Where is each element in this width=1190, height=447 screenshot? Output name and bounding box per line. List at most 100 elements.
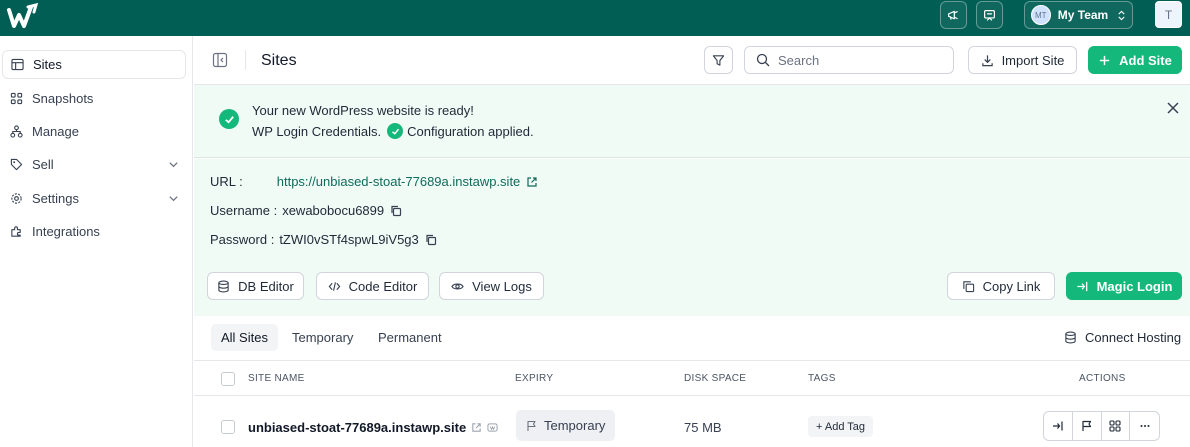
grid-icon (1109, 420, 1121, 432)
divider (245, 50, 246, 70)
sidebar-item-label: Snapshots (32, 91, 94, 106)
username-row: Username : xewabobocu6899 (210, 203, 402, 218)
column-site-name: SITE NAME (248, 373, 305, 384)
connect-hosting-button[interactable]: Connect Hosting (1064, 330, 1181, 345)
close-icon[interactable] (1166, 101, 1180, 115)
success-notice: Your new WordPress website is ready! WP … (194, 85, 1190, 158)
sidebar-item-label: Manage (32, 124, 79, 139)
feedback-button[interactable] (976, 1, 1003, 29)
notice-details: WP Login Credentials. Configuration appl… (252, 123, 534, 139)
chevron-down-icon (169, 162, 178, 168)
password-row: Password : tZWI0vSTf4spwL9iV5g3 (210, 232, 437, 247)
more-action-button[interactable] (1130, 412, 1159, 440)
sidebar-item-manage[interactable]: Manage (2, 117, 186, 146)
password-value: tZWI0vSTf4spwL9iV5g3 (279, 232, 419, 247)
sidebar-item-sites[interactable]: Sites (2, 50, 186, 79)
view-logs-button[interactable]: View Logs (439, 272, 544, 300)
external-link-icon[interactable] (526, 176, 538, 188)
chevron-down-icon (169, 196, 178, 202)
tab-permanent[interactable]: Permanent (368, 324, 452, 351)
site-name-link[interactable]: unbiased-stoat-77689a.instawp.site (248, 420, 466, 435)
import-site-button[interactable]: Import Site (968, 46, 1077, 74)
copy-link-button[interactable]: Copy Link (947, 272, 1055, 300)
column-actions: ACTIONS (1079, 373, 1126, 384)
row-checkbox[interactable] (221, 420, 235, 434)
login-icon (1076, 281, 1087, 291)
connect-hosting-label: Connect Hosting (1085, 330, 1182, 345)
copy-icon[interactable] (425, 234, 437, 246)
download-icon (981, 54, 993, 66)
sidebar: Sites Snapshots Manage Sell Settings Int… (0, 36, 193, 447)
grid-icon (10, 92, 23, 105)
tab-all-sites[interactable]: All Sites (211, 324, 278, 351)
credentials-label: WP Login Credentials. (252, 123, 382, 139)
gear-icon (11, 193, 22, 204)
database-icon (218, 280, 229, 292)
main-content: Sites Import Site Add Site Your new Word… (194, 36, 1190, 447)
sidebar-item-integrations[interactable]: Integrations (2, 217, 186, 246)
filter-icon (712, 54, 725, 66)
add-site-label: Add Site (1119, 52, 1172, 68)
sidebar-collapse-icon[interactable] (212, 52, 228, 68)
sidebar-item-label: Settings (32, 191, 79, 206)
site-tools: DB Editor Code Editor View Logs Copy Lin… (194, 258, 1190, 316)
sidebar-item-label: Sell (32, 157, 54, 172)
team-switcher[interactable]: MT My Team (1024, 1, 1133, 29)
page-header: Sites Import Site Add Site (194, 36, 1190, 85)
check-circle-icon (219, 109, 239, 129)
login-action-button[interactable] (1044, 412, 1073, 440)
copy-icon (962, 280, 974, 292)
column-disk-space: DISK SPACE (684, 373, 747, 384)
disk-space-value: 75 MB (684, 420, 722, 435)
magic-login-button[interactable]: Magic Login (1066, 272, 1182, 300)
top-bar: MT My Team T (0, 0, 1190, 36)
sidebar-item-settings[interactable]: Settings (2, 184, 186, 213)
expiry-label: Temporary (544, 418, 606, 433)
search-input[interactable] (778, 52, 948, 68)
apps-action-button[interactable] (1102, 412, 1131, 440)
wordpress-icon[interactable] (487, 422, 498, 433)
copy-icon[interactable] (390, 205, 402, 217)
table-header: SITE NAME EXPIRY DISK SPACE TAGS ACTIONS (194, 361, 1190, 396)
username-value: xewabobocu6899 (282, 203, 385, 218)
db-editor-label: DB Editor (238, 278, 294, 294)
db-editor-button[interactable]: DB Editor (207, 272, 304, 300)
sidebar-item-label: Integrations (32, 224, 100, 239)
sidebar-item-sell[interactable]: Sell (2, 150, 186, 179)
user-avatar[interactable]: T (1155, 1, 1182, 28)
code-editor-button[interactable]: Code Editor (316, 272, 429, 300)
site-url-link[interactable]: https://unbiased-stoat-77689a.instawp.si… (277, 174, 521, 189)
window-icon (11, 58, 24, 71)
flag-icon (1082, 420, 1091, 431)
flag-action-button[interactable] (1073, 412, 1102, 440)
config-label: Configuration applied. (407, 123, 534, 139)
select-all-checkbox[interactable] (221, 372, 235, 386)
import-site-label: Import Site (1001, 52, 1065, 68)
sidebar-item-snapshots[interactable]: Snapshots (2, 84, 186, 113)
table-row: unbiased-stoat-77689a.instawp.site Tempo… (194, 396, 1190, 447)
announcements-button[interactable] (940, 1, 967, 29)
magic-login-label: Magic Login (1096, 278, 1173, 294)
site-filter-tabs: All Sites Temporary Permanent Connect Ho… (194, 316, 1190, 361)
check-icon (387, 123, 404, 139)
login-icon (1052, 421, 1063, 431)
url-row: URL : https://unbiased-stoat-77689a.inst… (210, 174, 538, 189)
username-label: Username : (210, 203, 278, 218)
password-label: Password : (210, 232, 275, 247)
expiry-badge: Temporary (516, 410, 616, 441)
filter-button[interactable] (704, 46, 733, 74)
code-icon (328, 281, 341, 291)
credentials-panel: URL : https://unbiased-stoat-77689a.inst… (194, 159, 1190, 258)
column-tags: TAGS (808, 373, 836, 384)
add-tag-button[interactable]: + Add Tag (808, 416, 874, 437)
code-editor-label: Code Editor (348, 278, 418, 294)
tab-temporary[interactable]: Temporary (282, 324, 363, 351)
url-label: URL : (210, 174, 243, 189)
logo-icon[interactable] (4, 2, 40, 32)
search-box (744, 46, 954, 74)
copy-link-label: Copy Link (982, 278, 1041, 294)
message-icon (984, 9, 995, 21)
external-link-icon[interactable] (471, 422, 482, 433)
add-site-button[interactable]: Add Site (1088, 46, 1182, 74)
search-icon (756, 53, 770, 67)
